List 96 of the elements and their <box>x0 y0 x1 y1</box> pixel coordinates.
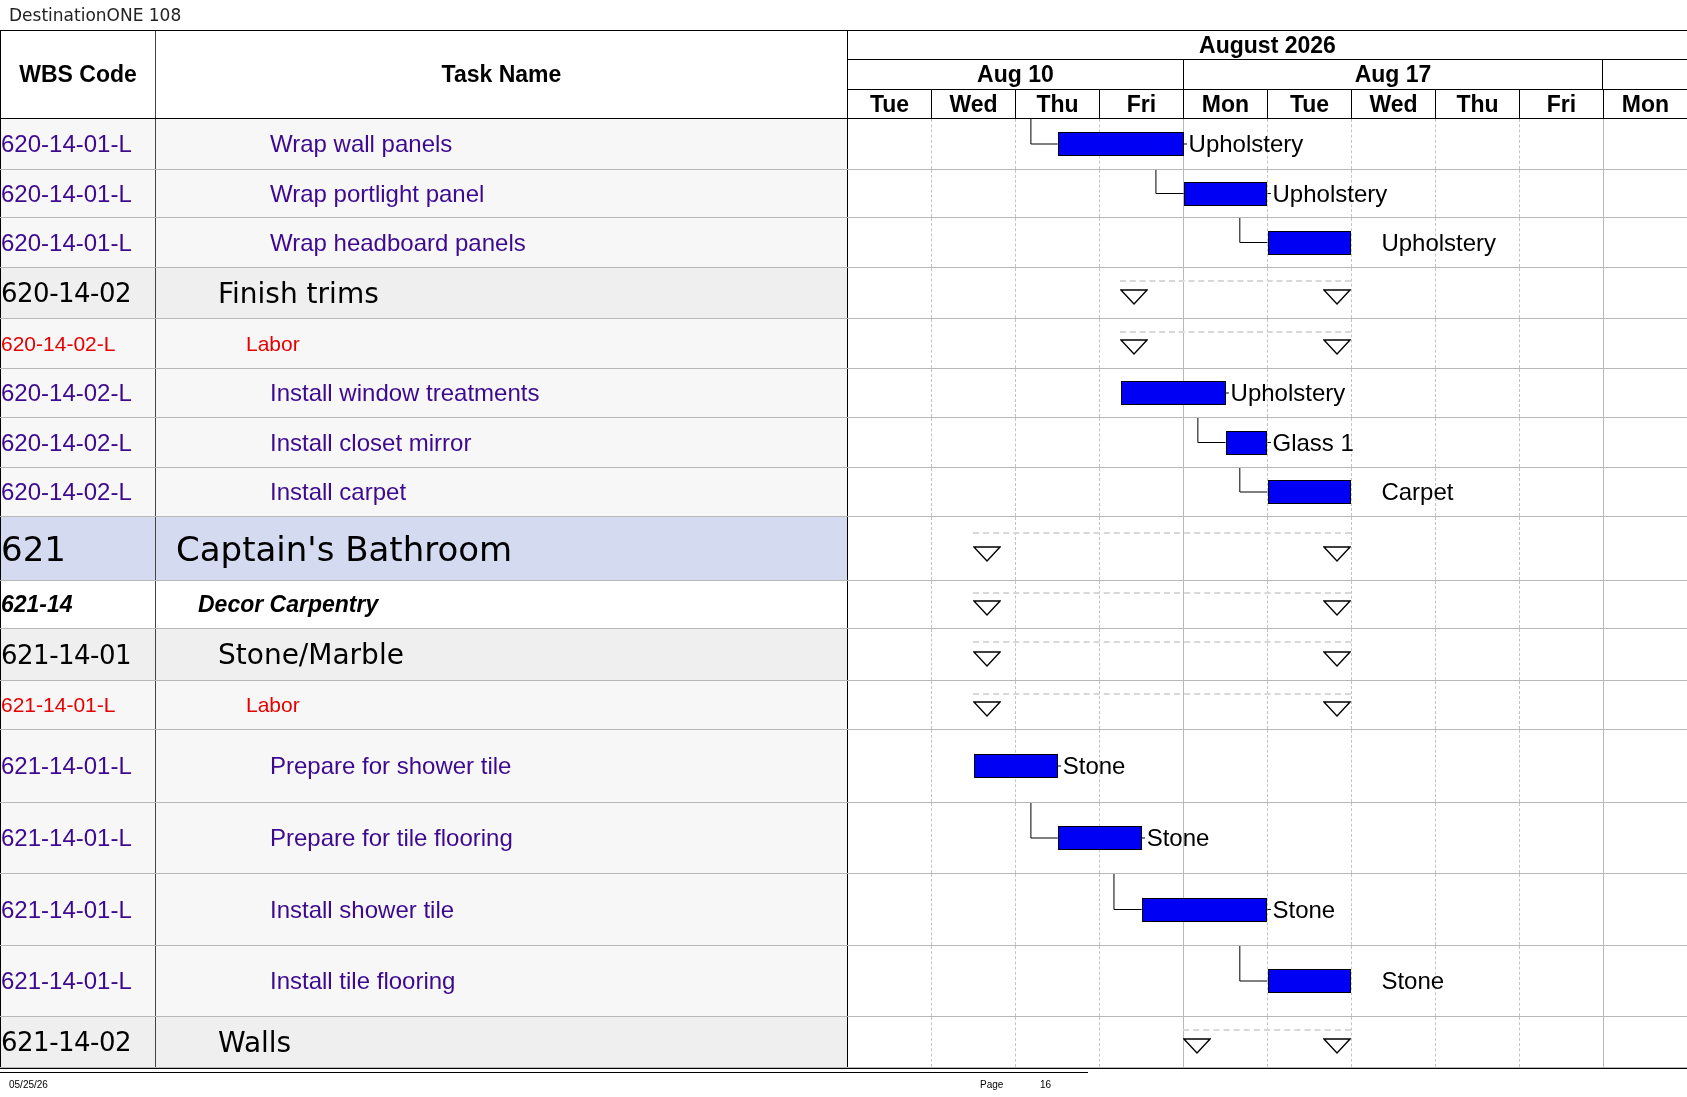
link-line <box>1239 946 1268 982</box>
task-name-cell: Wrap headboard panels <box>156 218 848 267</box>
task-name-cell: Labor <box>156 319 848 368</box>
leader-line <box>1267 193 1272 194</box>
wbs-cell: 621-14-01 <box>0 629 156 680</box>
wbs-cell: 621-14-01-L <box>0 681 156 729</box>
task-name-cell: Stone/Marble <box>156 629 848 680</box>
resource-label: Stone <box>1062 754 1126 778</box>
day-header: Tue <box>1268 90 1352 118</box>
task-name-cell: Finish trims <box>156 268 848 318</box>
column-header: Task Name <box>156 31 848 118</box>
resource-label: Upholstery <box>1230 381 1346 405</box>
wbs-cell: 620-14-02-L <box>0 468 156 516</box>
milestone-icon <box>1120 339 1149 356</box>
task-name-cell: Prepare for tile flooring <box>156 803 848 873</box>
document-title: DestinationONE 108 <box>8 4 182 27</box>
link-line <box>1155 170 1185 194</box>
link-line <box>1113 874 1143 910</box>
milestone-icon <box>973 650 1002 667</box>
resource-label: Carpet <box>1381 480 1454 504</box>
link-line <box>1030 803 1059 839</box>
column-header: WBS Code <box>0 31 156 118</box>
leader-line <box>1267 909 1272 910</box>
wbs-cell: 620-14-02-L <box>0 418 156 467</box>
resource-label: Upholstery <box>1272 181 1388 206</box>
link-line <box>1239 468 1268 493</box>
wbs-cell: 621-14 <box>0 581 156 628</box>
milestone-icon <box>1323 700 1352 717</box>
wbs-cell: 621 <box>0 517 156 580</box>
task-name-cell: Wrap wall panels <box>156 119 848 169</box>
milestone-icon <box>1323 650 1352 667</box>
task-name-cell: Prepare for shower tile <box>156 730 848 802</box>
task-name-cell: Wrap portlight panel <box>156 170 848 217</box>
week-header: Aug 10 <box>848 60 1184 89</box>
day-header: Mon <box>1184 90 1268 118</box>
leader-line <box>1183 143 1188 145</box>
task-bar[interactable] <box>1267 969 1352 993</box>
wbs-cell: 621-14-02 <box>0 1017 156 1067</box>
wbs-cell: 620-14-01-L <box>0 170 156 217</box>
wbs-cell: 620-14-02 <box>0 268 156 318</box>
task-name-cell: Captain's Bathroom <box>156 517 848 580</box>
print-date: 05/25/26 <box>9 1079 48 1090</box>
task-bar[interactable] <box>1225 430 1268 455</box>
task-name-cell: Labor <box>156 681 848 729</box>
task-name-cell: Install closet mirror <box>156 418 848 467</box>
leader-line <box>1057 765 1062 767</box>
task-bar[interactable] <box>1141 897 1268 922</box>
day-header: Thu <box>1436 90 1520 118</box>
milestone-icon <box>1120 289 1149 305</box>
wbs-cell: 621-14-01-L <box>0 730 156 802</box>
resource-label: Stone <box>1381 969 1445 993</box>
wbs-cell: 620-14-02-L <box>0 369 156 417</box>
day-header: Fri <box>1520 90 1604 118</box>
task-name-cell: Install tile flooring <box>156 946 848 1016</box>
link-line <box>1197 418 1227 443</box>
milestone-icon <box>973 545 1002 562</box>
milestone-icon <box>973 700 1002 717</box>
day-header: Fri <box>1100 90 1184 118</box>
milestone-icon <box>1323 289 1352 305</box>
milestone-icon <box>1323 339 1352 356</box>
wbs-cell: 621-14-01-L <box>0 874 156 945</box>
task-bar[interactable] <box>1267 230 1352 255</box>
day-header: Tue <box>848 90 932 118</box>
wbs-cell: 620-14-01-L <box>0 119 156 169</box>
task-bar[interactable] <box>1183 181 1268 206</box>
leader-line <box>1225 392 1230 394</box>
page-number: 16 <box>1040 1079 1052 1090</box>
milestone-icon <box>973 600 1002 617</box>
week-header: Aug 17 <box>1183 60 1604 89</box>
resource-label: Stone <box>1272 897 1336 922</box>
page-label: Page <box>980 1079 1004 1090</box>
wbs-cell: 621-14-01-L <box>0 946 156 1016</box>
resource-label: Glass 1 <box>1272 430 1354 455</box>
day-header: Mon <box>1620 90 1671 118</box>
task-name-cell: Install shower tile <box>156 874 848 945</box>
month-header: August 2026 <box>848 31 1687 60</box>
task-name-cell: Walls <box>156 1017 848 1067</box>
resource-label: Upholstery <box>1381 230 1497 255</box>
leader-line <box>1267 442 1272 443</box>
milestone-icon <box>1323 600 1352 617</box>
wbs-cell: 621-14-01-L <box>0 803 156 873</box>
day-header: Wed <box>932 90 1016 118</box>
milestone-icon <box>1183 1038 1211 1054</box>
leader-line <box>1141 837 1146 839</box>
task-name-cell: Install window treatments <box>156 369 848 417</box>
link-line <box>1239 218 1268 243</box>
task-name-cell: Install carpet <box>156 468 848 516</box>
milestone-icon <box>1323 545 1352 562</box>
wbs-cell: 620-14-01-L <box>0 218 156 267</box>
day-header: Thu <box>1016 90 1100 118</box>
milestone-icon <box>1323 1038 1352 1054</box>
wbs-cell: 620-14-02-L <box>0 319 156 368</box>
day-header: Wed <box>1352 90 1436 118</box>
resource-label: Stone <box>1146 826 1210 850</box>
resource-label: Upholstery <box>1188 132 1304 156</box>
task-bar[interactable] <box>1267 480 1352 504</box>
